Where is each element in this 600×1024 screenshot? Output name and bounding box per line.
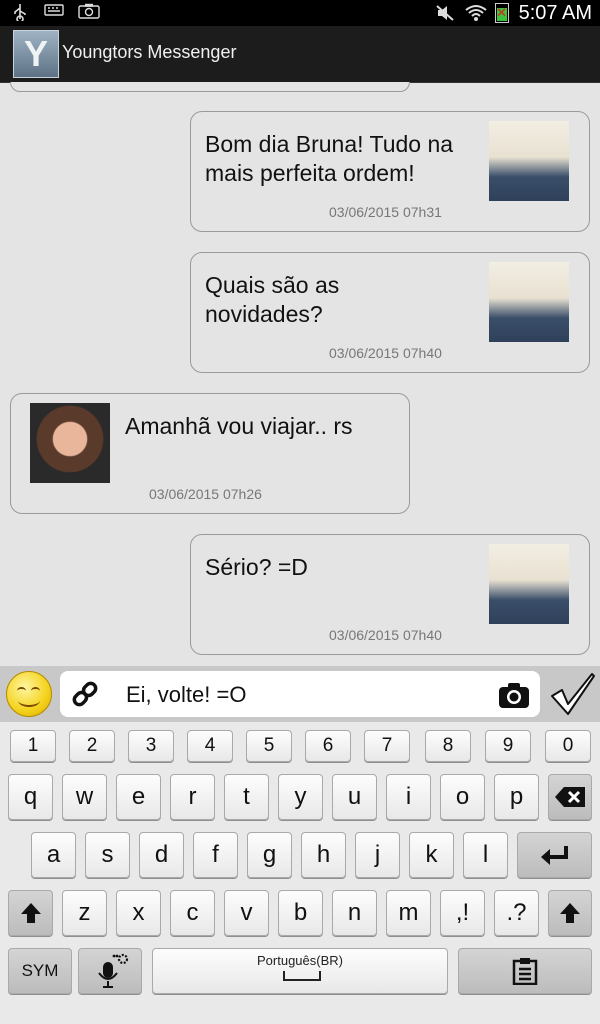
male-avatar (489, 262, 569, 342)
key-h[interactable]: h (301, 832, 346, 878)
message-bubble-incoming[interactable]: Amanhã vou viajar.. rs 03/06/2015 07h26 (10, 393, 410, 514)
key-t[interactable]: t (224, 774, 269, 820)
key-x[interactable]: x (116, 890, 161, 936)
female-avatar (30, 403, 110, 483)
message-timestamp: 03/06/2015 07h26 (149, 486, 262, 502)
key-j[interactable]: j (355, 832, 400, 878)
message-bubble-outgoing[interactable]: Bom dia Bruna! Tudo na mais perfeita ord… (190, 111, 590, 232)
status-bar: ✕ 5:07 AM (0, 0, 600, 26)
key-y[interactable]: y (278, 774, 323, 820)
message-bubble-outgoing[interactable]: Sério? =D 03/06/2015 07h40 (190, 534, 590, 655)
space-bar-icon (283, 971, 321, 981)
wifi-icon (464, 4, 487, 22)
message-input-container (60, 671, 540, 717)
app-header: Y Youngtors Messenger (0, 26, 600, 83)
keyboard-language-label: Português(BR) (257, 953, 343, 968)
message-timestamp: 03/06/2015 07h40 (329, 345, 442, 361)
sym-key[interactable]: SYM (8, 948, 72, 994)
clock: 5:07 AM (518, 1, 592, 24)
key-o[interactable]: o (440, 774, 485, 820)
key-v[interactable]: v (224, 890, 269, 936)
microphone-settings-icon (98, 953, 129, 988)
key-k[interactable]: k (409, 832, 454, 878)
smiley-icon[interactable] (6, 671, 52, 717)
key-0[interactable]: 0 (545, 730, 591, 762)
key-5[interactable]: 5 (246, 730, 292, 762)
key-9[interactable]: 9 (485, 730, 531, 762)
message-input[interactable] (124, 679, 488, 711)
key-z[interactable]: z (62, 890, 107, 936)
backspace-key[interactable] (548, 774, 592, 820)
message-text: Quais são as novidades? (205, 272, 340, 327)
key-a[interactable]: a (31, 832, 76, 878)
message-text: Amanhã vou viajar.. rs (125, 413, 353, 439)
key-7[interactable]: 7 (364, 730, 410, 762)
shift-icon (20, 903, 41, 923)
key-m[interactable]: m (386, 890, 431, 936)
message-timestamp: 03/06/2015 07h40 (329, 627, 442, 643)
previous-message-bubble (10, 82, 410, 92)
clipboard-key[interactable] (458, 948, 592, 994)
key-p[interactable]: p (494, 774, 539, 820)
app-title: Youngtors Messenger (62, 42, 237, 62)
male-avatar (489, 121, 569, 201)
key-f[interactable]: f (193, 832, 238, 878)
enter-key[interactable] (517, 832, 592, 878)
link-icon[interactable] (70, 679, 100, 709)
mute-icon (435, 4, 455, 22)
usb-icon (10, 3, 30, 23)
key-8[interactable]: 8 (425, 730, 471, 762)
key-comma-exclaim[interactable]: ,! (440, 890, 485, 936)
key-n[interactable]: n (332, 890, 377, 936)
voice-input-key[interactable] (78, 948, 142, 994)
message-composer (0, 666, 600, 722)
camera-button-icon[interactable] (498, 681, 530, 709)
key-e[interactable]: e (116, 774, 161, 820)
space-key[interactable]: Português(BR) (152, 948, 448, 994)
on-screen-keyboard: 1 2 3 4 5 6 7 8 9 0 q w e r t y u i o p … (0, 722, 600, 1024)
key-2[interactable]: 2 (69, 730, 115, 762)
conversation-list[interactable]: Bom dia Bruna! Tudo na mais perfeita ord… (0, 82, 600, 666)
key-r[interactable]: r (170, 774, 215, 820)
key-3[interactable]: 3 (128, 730, 174, 762)
key-d[interactable]: d (139, 832, 184, 878)
key-q[interactable]: q (8, 774, 53, 820)
key-period-question[interactable]: .? (494, 890, 539, 936)
clipboard-icon (512, 958, 538, 985)
shift-icon (560, 903, 580, 923)
shift-key-left[interactable] (8, 890, 53, 936)
male-avatar (489, 544, 569, 624)
key-6[interactable]: 6 (305, 730, 351, 762)
shift-key-right[interactable] (548, 890, 592, 936)
key-i[interactable]: i (386, 774, 431, 820)
message-text: Sério? =D (205, 554, 308, 580)
key-l[interactable]: l (463, 832, 508, 878)
key-w[interactable]: w (62, 774, 107, 820)
key-c[interactable]: c (170, 890, 215, 936)
message-text: Bom dia Bruna! Tudo na mais perfeita ord… (205, 131, 454, 186)
backspace-icon (555, 787, 585, 807)
enter-icon (540, 846, 568, 865)
message-timestamp: 03/06/2015 07h31 (329, 204, 442, 220)
key-u[interactable]: u (332, 774, 377, 820)
key-1[interactable]: 1 (10, 730, 56, 762)
message-bubble-outgoing[interactable]: Quais são as novidades? 03/06/2015 07h40 (190, 252, 590, 373)
checkmark-icon[interactable] (548, 670, 596, 718)
camera-icon (78, 3, 100, 21)
app-logo[interactable]: Y (13, 30, 59, 78)
key-s[interactable]: s (85, 832, 130, 878)
keyboard-icon (44, 3, 64, 21)
key-g[interactable]: g (247, 832, 292, 878)
key-4[interactable]: 4 (187, 730, 233, 762)
battery-icon: ✕ (494, 3, 509, 23)
key-b[interactable]: b (278, 890, 323, 936)
